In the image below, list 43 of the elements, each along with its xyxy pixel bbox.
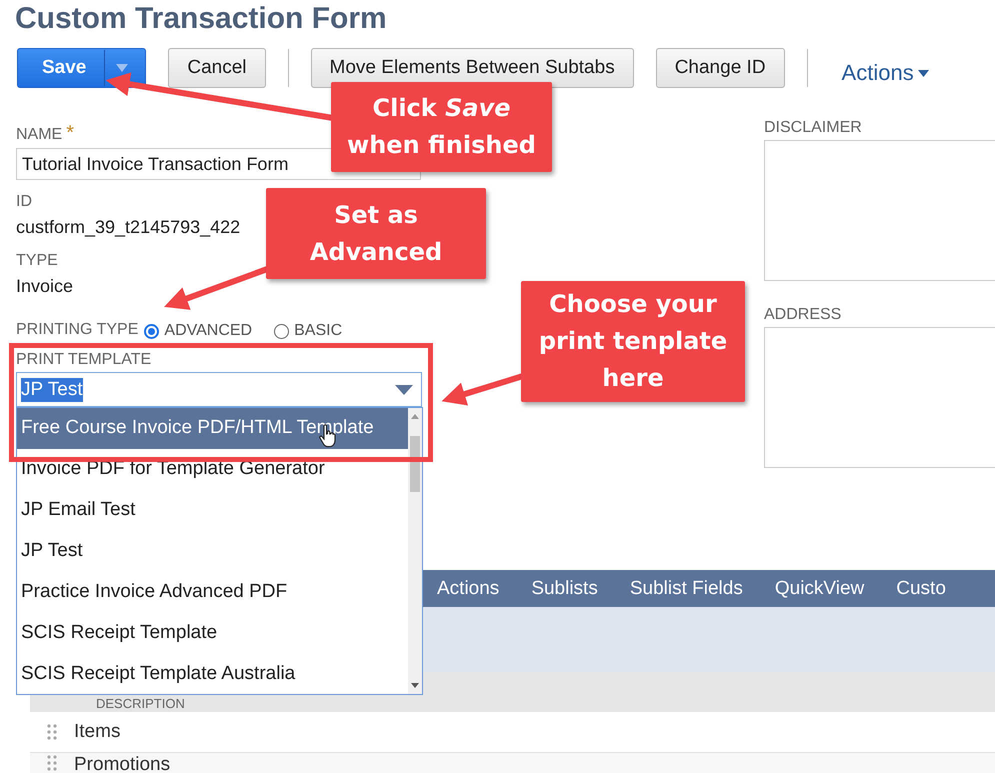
scroll-down-icon[interactable] bbox=[411, 683, 419, 688]
toolbar-button[interactable]: Move Elements Between Subtabs bbox=[310, 48, 634, 88]
field-label: NAME bbox=[16, 126, 62, 143]
callout-tooltip: Set as Advanced bbox=[266, 188, 486, 279]
row-label: Items bbox=[74, 721, 120, 743]
field-label: PRINTING TYPE bbox=[16, 320, 138, 340]
drag-handle-icon[interactable] bbox=[46, 754, 58, 772]
row-label: Promotions bbox=[74, 754, 170, 773]
page-title: Custom Transaction Form bbox=[14, 1, 388, 36]
save-button[interactable]: Save bbox=[17, 48, 146, 88]
caret-icon[interactable] bbox=[395, 384, 413, 394]
table-row[interactable]: Promotions bbox=[30, 753, 995, 773]
dropdown-option[interactable]: JP Email Test bbox=[17, 490, 408, 531]
toolbar-button[interactable]: Change ID bbox=[656, 48, 785, 88]
actions-menu[interactable]: Actions bbox=[842, 60, 929, 86]
required-mark: * bbox=[66, 122, 74, 144]
subtab[interactable]: Sublists bbox=[515, 578, 614, 600]
drag-handle-icon[interactable] bbox=[46, 723, 58, 741]
callout-tooltip: Choose your print tenplate here bbox=[521, 281, 745, 402]
field-label: ADDRESS bbox=[764, 305, 842, 325]
scrollbar[interactable] bbox=[408, 408, 422, 694]
toolbar-button[interactable]: Cancel bbox=[168, 48, 266, 88]
subtab[interactable]: Actions bbox=[421, 578, 516, 600]
dropdown-option[interactable]: SCIS Receipt Template bbox=[17, 612, 408, 654]
radio-option[interactable]: BASIC bbox=[274, 322, 342, 340]
radio-option[interactable]: ADVANCED bbox=[144, 322, 252, 340]
field-value: custform_39_t2145793_422 bbox=[16, 216, 240, 239]
field-label: DISCLAIMER bbox=[764, 118, 863, 138]
dropdown-option[interactable]: JP Test bbox=[17, 530, 408, 572]
subtab[interactable]: QuickView bbox=[758, 578, 880, 600]
subtab[interactable]: Sublist Fields bbox=[614, 578, 759, 600]
scrollbar-thumb[interactable] bbox=[410, 436, 420, 492]
scroll-up-icon[interactable] bbox=[411, 414, 419, 419]
callout-tooltip: Click Save when finished bbox=[331, 82, 552, 172]
field-label: TYPE bbox=[16, 252, 58, 269]
caret-icon[interactable] bbox=[918, 70, 929, 76]
dropdown-option[interactable]: Practice Invoice Advanced PDF bbox=[17, 571, 408, 612]
subtab[interactable]: Custo bbox=[880, 578, 962, 600]
column-header: DESCRIPTION bbox=[96, 696, 185, 712]
field-label: ID bbox=[16, 193, 32, 210]
dropdown-option[interactable]: SCIS Receipt Template Australia bbox=[17, 653, 408, 694]
field-value: Invoice bbox=[16, 275, 74, 298]
field-label: PRINT TEMPLATE bbox=[16, 351, 152, 368]
